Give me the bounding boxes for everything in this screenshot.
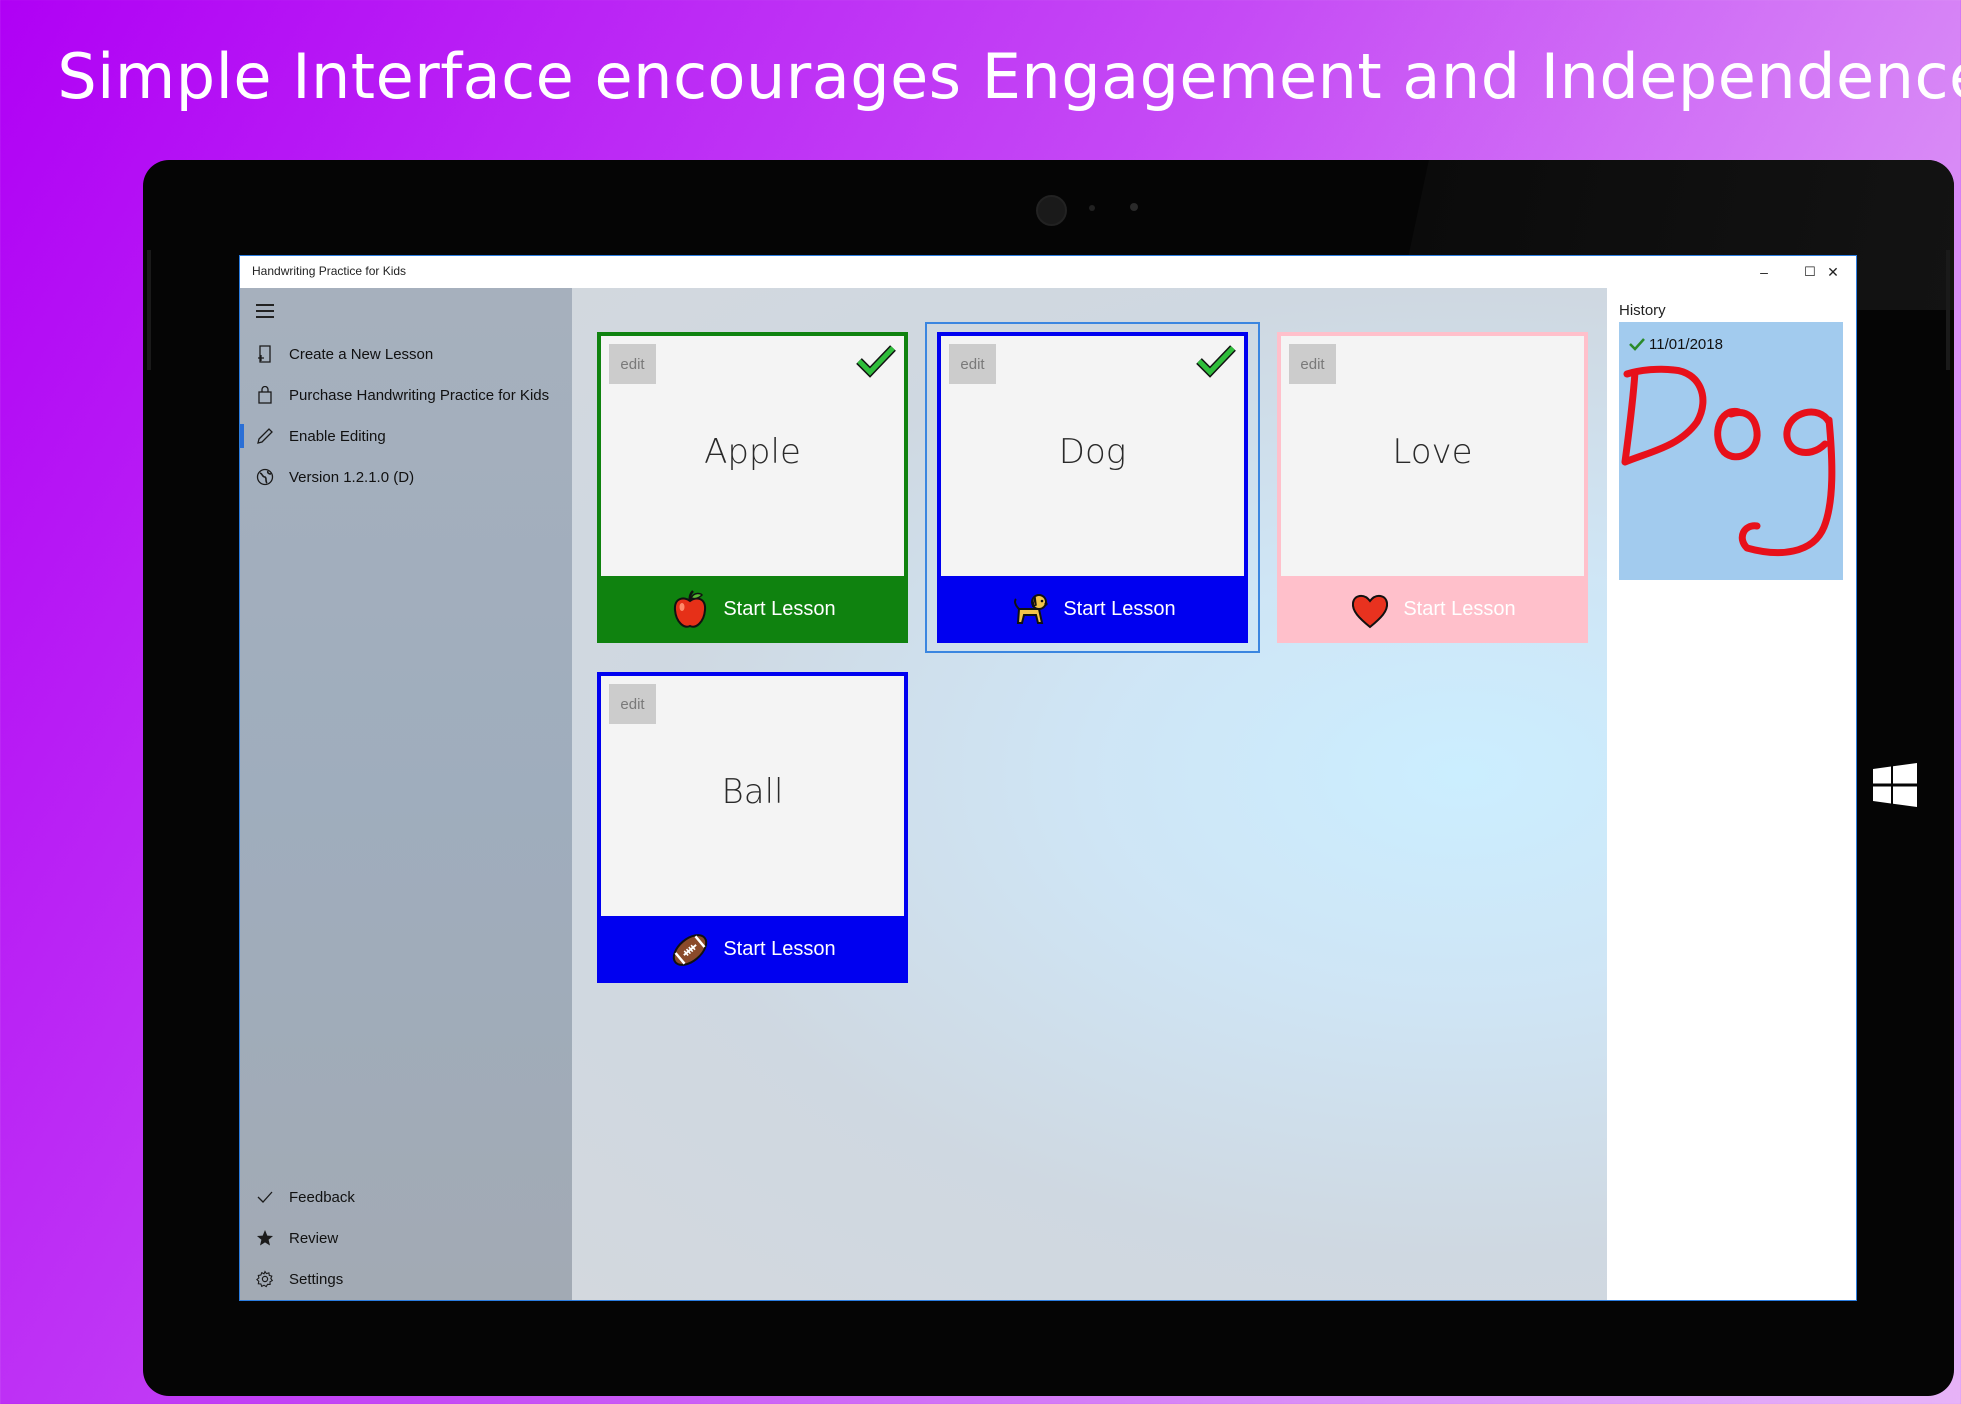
app-window: Handwriting Practice for Kids – ☐ ✕ Crea…	[239, 255, 1857, 1301]
lesson-word: Ball	[721, 772, 784, 812]
title-bar: Handwriting Practice for Kids – ☐ ✕	[240, 256, 1856, 288]
nav-purchase[interactable]: Purchase Handwriting Practice for Kids	[240, 375, 572, 415]
nav-item-label: Settings	[289, 1270, 344, 1288]
shopping-bag-icon	[256, 386, 274, 404]
close-button[interactable]: ✕	[1810, 256, 1856, 288]
nav-item-label: Purchase Handwriting Practice for Kids	[289, 386, 550, 404]
lesson-grid: edit Apple Start Lesson edit Dog Start L…	[572, 288, 1607, 1300]
start-lesson-button[interactable]: Start Lesson	[1277, 576, 1588, 643]
nav-create-lesson[interactable]: Create a New Lesson	[240, 334, 572, 374]
nav-feedback[interactable]: Feedback	[240, 1177, 572, 1217]
nav-version[interactable]: Version 1.2.1.0 (D)	[240, 457, 572, 497]
history-title: History	[1619, 302, 1666, 319]
lesson-face[interactable]: edit Love	[1277, 332, 1588, 576]
minimize-button[interactable]: –	[1741, 256, 1787, 288]
lesson-card-apple: edit Apple Start Lesson	[597, 332, 908, 643]
edit-button[interactable]: edit	[1289, 344, 1336, 384]
lesson-face[interactable]: edit Apple	[597, 332, 908, 576]
start-lesson-label: Start Lesson	[1403, 598, 1516, 620]
handwriting-drawing	[1621, 365, 1836, 557]
hamburger-menu-icon[interactable]	[256, 304, 274, 322]
history-date: 11/01/2018	[1649, 336, 1723, 353]
check-icon	[256, 1188, 274, 1206]
banner-headline: Simple Interface encourages Engagement a…	[57, 40, 1961, 113]
windows-logo-icon[interactable]	[1873, 763, 1917, 807]
nav-enable-editing[interactable]: Enable Editing	[240, 416, 572, 456]
start-lesson-button[interactable]: Start Lesson	[597, 916, 908, 983]
start-lesson-label: Start Lesson	[723, 938, 836, 960]
nav-settings[interactable]: Settings	[240, 1259, 572, 1299]
heart-icon	[1352, 594, 1389, 628]
navigation-pane: Create a New Lesson Purchase Handwriting…	[240, 288, 572, 1300]
gear-icon	[256, 1270, 274, 1288]
edit-button[interactable]: edit	[609, 684, 656, 724]
lesson-card-dog: edit Dog Start Lesson	[937, 332, 1248, 643]
device-side-button	[1946, 250, 1950, 370]
dog-icon	[1014, 593, 1048, 624]
lesson-card-love: edit Love Start Lesson	[1277, 332, 1588, 643]
pencil-icon	[256, 427, 274, 445]
start-lesson-label: Start Lesson	[723, 598, 836, 620]
edit-button[interactable]: edit	[949, 344, 996, 384]
camera-sensor	[1130, 203, 1138, 211]
lesson-face[interactable]: edit Dog	[937, 332, 1248, 576]
nav-item-label: Feedback	[289, 1188, 355, 1206]
history-entry[interactable]: 11/01/2018	[1619, 322, 1843, 580]
nav-item-label: Version 1.2.1.0 (D)	[289, 468, 415, 486]
nav-item-label: Enable Editing	[289, 427, 386, 445]
nav-item-label: Create a New Lesson	[289, 345, 434, 363]
completed-check-icon	[1629, 338, 1645, 351]
completed-check-icon	[856, 345, 896, 378]
lesson-face[interactable]: edit Ball	[597, 672, 908, 916]
nav-item-label: Review	[289, 1229, 339, 1247]
start-lesson-label: Start Lesson	[1063, 598, 1176, 620]
football-icon	[673, 933, 708, 966]
camera-lens	[1036, 195, 1067, 226]
completed-check-icon	[1196, 345, 1236, 378]
window-title: Handwriting Practice for Kids	[252, 264, 407, 278]
device-side-button	[147, 250, 151, 370]
history-pane: History 11/01/2018	[1607, 288, 1856, 1300]
nav-review[interactable]: Review	[240, 1218, 572, 1258]
apple-icon	[674, 589, 707, 628]
lesson-card-ball: edit Ball Start Lesson	[597, 672, 908, 983]
start-lesson-button[interactable]: Start Lesson	[937, 576, 1248, 643]
lesson-word: Dog	[1058, 432, 1127, 472]
start-lesson-button[interactable]: Start Lesson	[597, 576, 908, 643]
new-lesson-icon	[256, 345, 274, 363]
camera-sensor	[1089, 205, 1095, 211]
globe-icon	[256, 468, 274, 486]
selection-indicator	[240, 424, 244, 448]
star-icon	[256, 1229, 274, 1247]
lesson-word: Apple	[704, 432, 801, 472]
tablet-device: Handwriting Practice for Kids – ☐ ✕ Crea…	[143, 160, 1954, 1396]
edit-button[interactable]: edit	[609, 344, 656, 384]
lesson-word: Love	[1392, 432, 1473, 472]
